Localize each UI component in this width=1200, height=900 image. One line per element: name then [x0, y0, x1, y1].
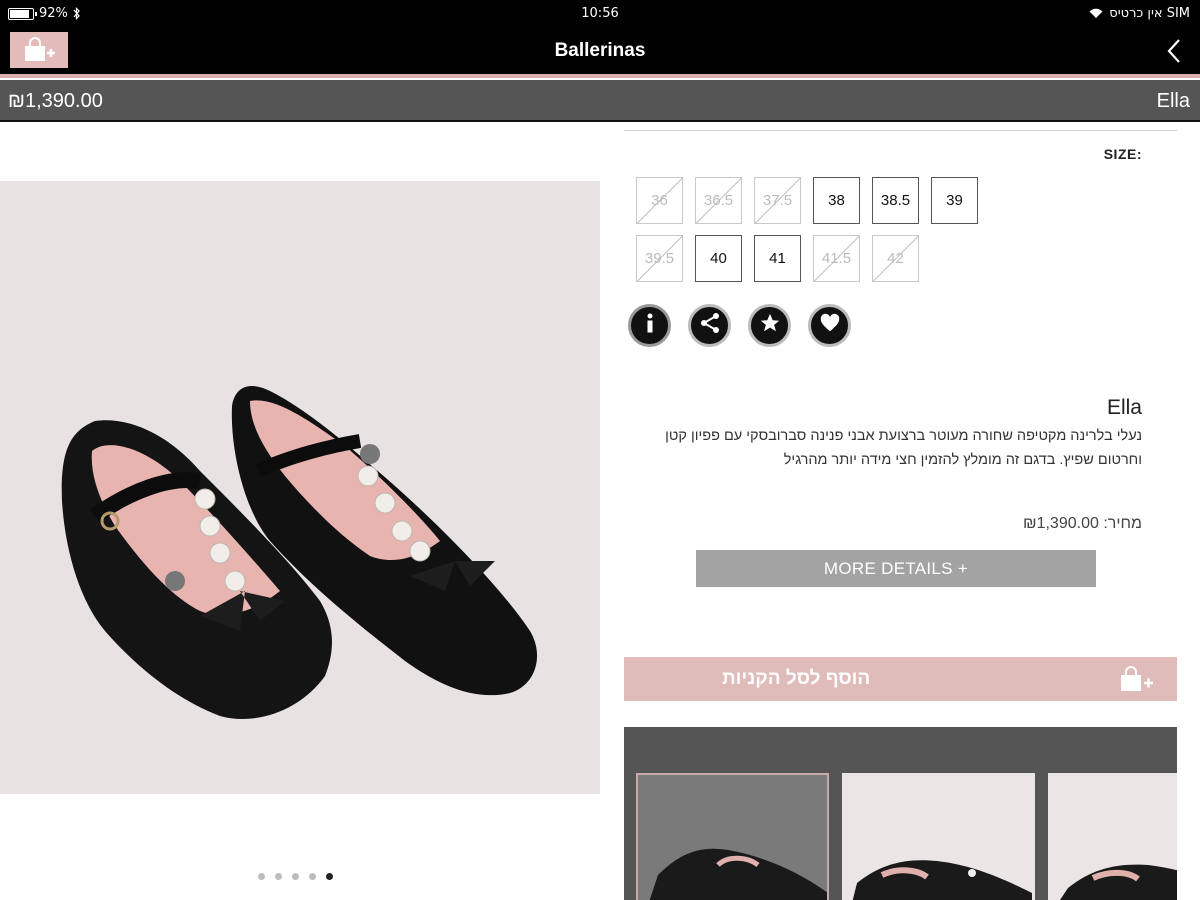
- info-button[interactable]: [628, 304, 671, 347]
- related-shoe-image: [649, 848, 827, 900]
- heart-button[interactable]: [808, 304, 851, 347]
- size-option[interactable]: 41: [754, 235, 801, 282]
- related-product-item[interactable]: [1048, 773, 1177, 900]
- size-option: 36: [636, 177, 683, 224]
- page-title: Ballerinas: [554, 40, 646, 61]
- header-price: ₪1,390.00: [8, 90, 103, 112]
- add-to-cart-button[interactable]: הוסף לסל הקניות: [624, 657, 1177, 701]
- star-icon: [759, 312, 781, 339]
- wifi-icon: [1089, 8, 1103, 18]
- related-product-item[interactable]: [636, 773, 829, 900]
- add-to-bag-icon: [1121, 666, 1153, 691]
- size-selector: 36 36.5 37.5 38 38.5 39 39.5 40 41 41.5 42: [636, 177, 996, 293]
- size-row: 36 36.5 37.5 38 38.5 39: [636, 177, 996, 224]
- size-option[interactable]: 38.5: [872, 177, 919, 224]
- size-option[interactable]: 38: [813, 177, 860, 224]
- star-button[interactable]: [748, 304, 791, 347]
- pager-dot[interactable]: [258, 873, 265, 880]
- share-button[interactable]: [688, 304, 731, 347]
- back-button[interactable]: [1162, 36, 1186, 66]
- add-to-cart-label: הוסף לסל הקניות: [722, 668, 871, 689]
- ballerina-shoes-image: [61, 386, 538, 720]
- product-description: נעלי בלרינה מקטיפה שחורה מעוטר ברצועת אב…: [665, 428, 1142, 468]
- product-image[interactable]: [0, 181, 600, 794]
- pager-dot[interactable]: [326, 873, 333, 880]
- size-option[interactable]: 39: [931, 177, 978, 224]
- chevron-right-icon: [1167, 39, 1180, 63]
- nav-divider: [0, 74, 1200, 78]
- carrier-label: אין כרטיס SIM: [1109, 6, 1190, 21]
- pager-dot[interactable]: [275, 873, 282, 880]
- price-bar: ₪1,390.00 Ella: [0, 80, 1200, 122]
- status-right: אין כרטיס SIM: [1089, 6, 1190, 21]
- related-product-item[interactable]: [842, 773, 1035, 900]
- related-products: [624, 727, 1177, 900]
- size-option: 37.5: [754, 177, 801, 224]
- size-option: 39.5: [636, 235, 683, 282]
- info-icon: [638, 311, 662, 340]
- size-option: 42: [872, 235, 919, 282]
- nav-bar: Ballerinas: [0, 28, 1200, 74]
- size-option: 41.5: [813, 235, 860, 282]
- action-buttons: [628, 304, 851, 347]
- size-row: 39.5 40 41 41.5 42: [636, 235, 996, 282]
- related-shoe-image: [852, 860, 1032, 900]
- size-label: SIZE:: [1103, 146, 1142, 162]
- status-bar: 92% 10:56 אין כרטיס SIM: [0, 0, 1200, 28]
- related-shoe-image: [1060, 864, 1177, 900]
- share-icon: [698, 311, 722, 340]
- status-time: 10:56: [581, 6, 619, 21]
- more-details-button[interactable]: MORE DETAILS +: [696, 550, 1096, 587]
- heart-icon: [819, 312, 841, 339]
- size-option[interactable]: 40: [695, 235, 742, 282]
- gallery-pager[interactable]: [258, 873, 333, 880]
- size-option: 36.5: [695, 177, 742, 224]
- header-product-name: Ella: [1156, 90, 1190, 112]
- panel-divider: [624, 130, 1177, 131]
- product-price: מחיר: ₪1,390.00: [1023, 515, 1142, 532]
- pager-dot[interactable]: [309, 873, 316, 880]
- pager-dot[interactable]: [292, 873, 299, 880]
- product-name: Ella: [1106, 396, 1142, 419]
